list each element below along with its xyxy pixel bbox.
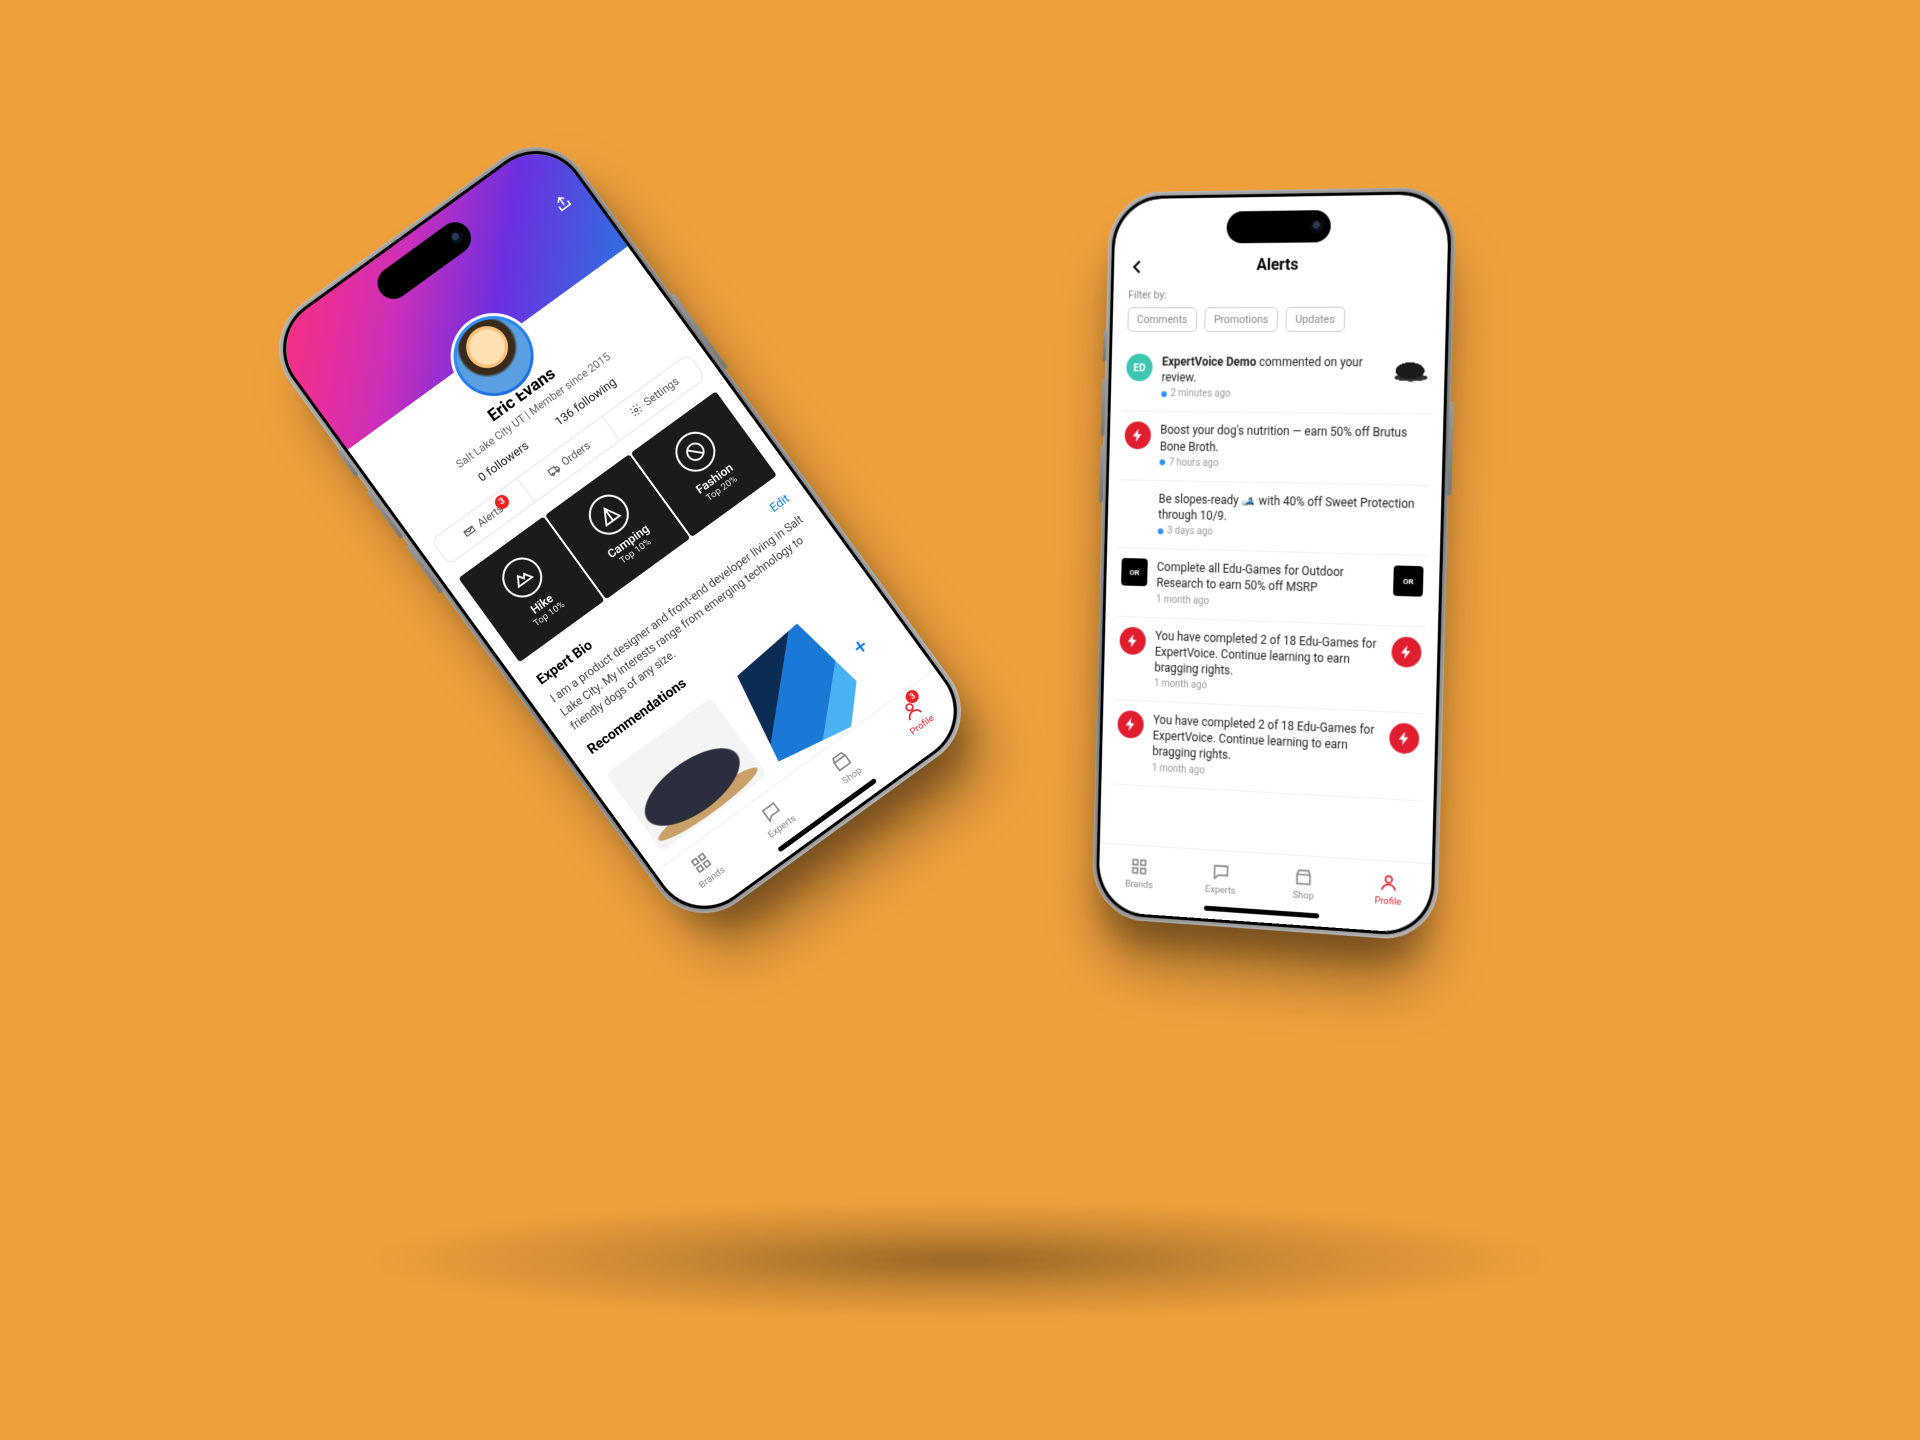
bio-edit-link[interactable]: Edit	[767, 492, 792, 515]
alert-item[interactable]: You have completed 2 of 18 Edu-Games for…	[1112, 700, 1423, 801]
alert-timestamp: 2 minutes ago	[1161, 389, 1384, 402]
brand-icon: ED	[1126, 354, 1153, 382]
add-rec-button[interactable]: +	[846, 633, 877, 664]
bolt-icon	[1124, 422, 1151, 450]
alerts-screen: Alerts Filter by: Comments Promotions Up…	[1098, 194, 1449, 934]
phone-profile: Eric Evans Salt Lake City UT | Member si…	[257, 125, 983, 935]
unread-dot-icon	[1159, 460, 1165, 466]
dynamic-island	[1226, 210, 1331, 243]
alert-text: You have completed 2 of 18 Edu-Games for…	[1154, 627, 1382, 684]
alert-timestamp: 3 days ago	[1158, 525, 1425, 542]
share-icon[interactable]	[550, 191, 578, 220]
profile-screen: Eric Evans Salt Lake City UT | Member si…	[267, 135, 974, 926]
tab-experts[interactable]: Experts	[1179, 849, 1263, 909]
bolt-icon	[1119, 626, 1146, 654]
brand-icon: OR	[1121, 558, 1148, 586]
alert-item[interactable]: Be slopes-ready 🎿 with 40% off Sweet Pro…	[1118, 480, 1429, 556]
thumb-or: OR	[1393, 566, 1424, 597]
alert-text: Be slopes-ready 🎿 with 40% off Sweet Pro…	[1158, 491, 1425, 529]
thumb-bolt	[1391, 636, 1422, 668]
filter-pill-promotions[interactable]: Promotions	[1204, 307, 1278, 332]
thumb-bolt	[1389, 723, 1420, 755]
alert-text: Complete all Edu-Games for Outdoor Resea…	[1156, 559, 1384, 598]
alerts-title: Alerts	[1127, 253, 1434, 275]
alert-item[interactable]: ED ExpertVoice Demo commented on your rev…	[1122, 344, 1434, 415]
alert-text: Boost your dog's nutrition — earn 50% of…	[1160, 422, 1427, 458]
alert-timestamp: 7 hours ago	[1159, 457, 1426, 472]
floor-shadow	[260, 1190, 1660, 1330]
alert-item[interactable]: Boost your dog's nutrition — earn 50% of…	[1120, 412, 1431, 486]
alert-text: ExpertVoice Demo commented on your revie…	[1161, 354, 1385, 387]
unread-dot-icon	[1161, 391, 1167, 397]
tab-shop[interactable]: Shop	[1261, 854, 1346, 915]
alerts-list[interactable]: ED ExpertVoice Demo commented on your rev…	[1100, 340, 1445, 863]
back-button[interactable]	[1127, 256, 1148, 278]
tab-profile[interactable]: Profile	[1345, 859, 1432, 920]
alert-item[interactable]: OR Complete all Edu-Games for Outdoor Res…	[1117, 548, 1428, 627]
alert-text: You have completed 2 of 18 Edu-Games for…	[1152, 712, 1380, 772]
filter-label: Filter by:	[1128, 287, 1431, 301]
tab-brands[interactable]: Brands	[1099, 843, 1181, 902]
bolt-icon	[1117, 710, 1144, 739]
alerts-filter: Filter by: Comments Promotions Updates	[1112, 283, 1447, 340]
mockup-stage: Eric Evans Salt Lake City UT | Member si…	[0, 0, 1920, 1440]
phone-alerts: Alerts Filter by: Comments Promotions Up…	[1092, 187, 1457, 942]
filter-pill-comments[interactable]: Comments	[1127, 307, 1197, 332]
unread-dot-icon	[1158, 528, 1164, 534]
thumb-shoe	[1394, 354, 1429, 383]
alert-item[interactable]: You have completed 2 of 18 Edu-Games for…	[1115, 616, 1426, 714]
filter-pill-updates[interactable]: Updates	[1285, 307, 1345, 332]
